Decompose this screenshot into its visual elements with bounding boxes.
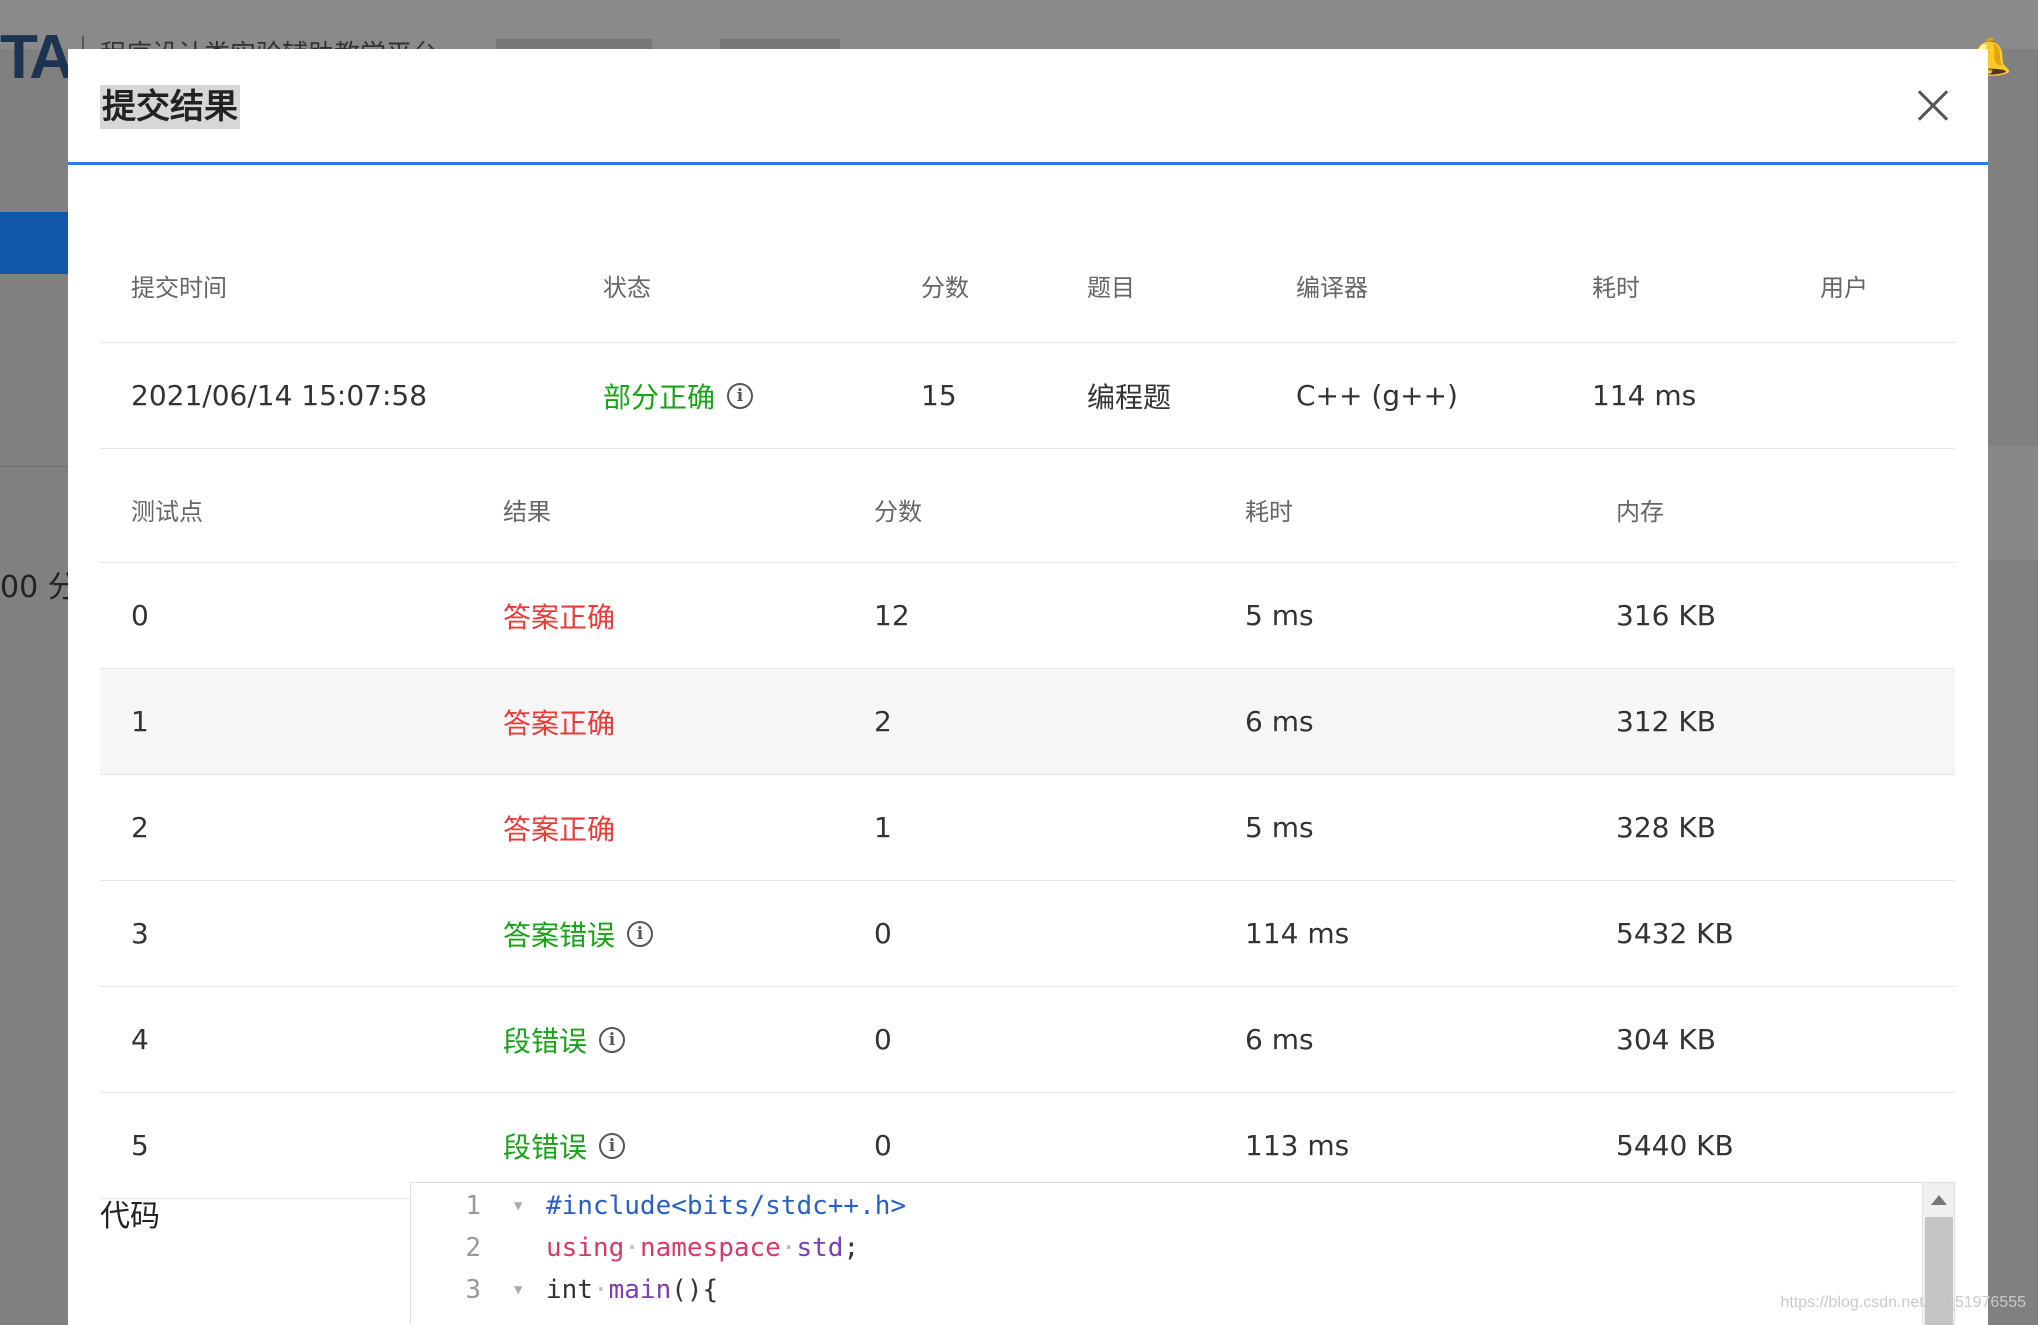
test-score: 1 (874, 811, 892, 844)
test-cases-table: 测试点 结果 分数 耗时 内存 0 答案正确 12 5 ms 316 KB 1 … (100, 457, 1955, 1199)
elapsed-time: 114 ms (1592, 379, 1697, 412)
test-time: 6 ms (1245, 1023, 1314, 1056)
test-result-text: 段错误 (503, 1024, 588, 1058)
code-keyword: namespace (639, 1233, 781, 1263)
table-row: 3 答案错误 i 0 114 ms 5432 KB (100, 881, 1955, 987)
background-panel (1988, 446, 2038, 560)
header-memory: 内存 (1616, 498, 1664, 526)
code-line: 1 ▼ #include<bits/stdc++.h> (411, 1185, 1954, 1227)
code-line: 3 ▼ int·main(){ (411, 1269, 1954, 1311)
test-id: 3 (131, 917, 149, 950)
test-result: 答案正确 (503, 706, 616, 740)
status-cell: 部分正确 i (603, 343, 754, 448)
code-text: using·namespace·std; (546, 1233, 860, 1263)
table-row: 0 答案正确 12 5 ms 316 KB (100, 563, 1955, 669)
background-active-nav (0, 212, 68, 274)
tests-header-row: 测试点 结果 分数 耗时 内存 (100, 457, 1955, 563)
test-result-text: 答案错误 (503, 918, 616, 952)
header-test-point: 测试点 (131, 498, 203, 526)
test-result: 答案正确 (503, 600, 616, 634)
table-row: 4 段错误 i 0 6 ms 304 KB (100, 987, 1955, 1093)
background-divider (0, 466, 68, 467)
summary-row: 2021/06/14 15:07:58 部分正确 i 15 编程题 C++ (g… (100, 343, 1955, 449)
info-icon[interactable]: i (599, 1132, 626, 1159)
code-line: 2 using·namespace·std; (411, 1227, 1954, 1269)
background-score: 00 分 (0, 570, 78, 605)
test-memory: 5432 KB (1616, 917, 1734, 950)
header-elapsed: 耗时 (1592, 274, 1640, 302)
problem-type: 编程题 (1087, 380, 1172, 414)
info-icon[interactable]: i (599, 1026, 626, 1053)
watermark: https://blog.csdn.net/qq_51976555 (1780, 1294, 2026, 1311)
code-type: int (546, 1275, 593, 1305)
code-label: 代码 (100, 1199, 160, 1234)
test-id: 5 (131, 1129, 149, 1162)
score: 15 (921, 379, 957, 412)
line-number: 2 (465, 1233, 481, 1263)
line-number: 3 (465, 1275, 481, 1305)
test-result-text: 段错误 (503, 1130, 588, 1164)
test-id: 4 (131, 1023, 149, 1056)
code-function: main (608, 1275, 672, 1305)
status-text: 部分正确 (603, 380, 716, 414)
modal-header: 提交结果 (68, 49, 1988, 165)
header-problem: 题目 (1087, 274, 1135, 302)
test-memory: 316 KB (1616, 599, 1716, 632)
table-row: 2 答案正确 1 5 ms 328 KB (100, 775, 1955, 881)
info-icon[interactable]: i (627, 920, 654, 947)
table-row: 1 答案正确 2 6 ms 312 KB (100, 669, 1955, 775)
test-score: 0 (874, 1023, 892, 1056)
code-text: #include<bits/stdc++.h> (546, 1191, 907, 1221)
test-score: 0 (874, 917, 892, 950)
test-result: 答案错误 i (503, 881, 654, 986)
code-keyword: using (546, 1233, 625, 1263)
test-time: 114 ms (1245, 917, 1350, 950)
fold-arrow-icon[interactable]: ▼ (514, 1198, 522, 1214)
code-punct: ; (843, 1233, 860, 1263)
modal-title: 提交结果 (100, 85, 240, 129)
submit-time: 2021/06/14 15:07:58 (131, 379, 428, 412)
header-compiler: 编译器 (1296, 274, 1368, 302)
fold-arrow-icon[interactable]: ▼ (514, 1282, 522, 1298)
test-memory: 304 KB (1616, 1023, 1716, 1056)
submission-summary-table: 提交时间 状态 分数 题目 编译器 耗时 用户 2021/06/14 15:07… (100, 229, 1955, 449)
test-time: 5 ms (1245, 599, 1314, 632)
code-punct: (){ (671, 1275, 719, 1305)
submission-result-modal: 提交结果 提交时间 状态 分数 题目 编译器 耗时 用户 2021/06/14 … (68, 49, 1988, 1325)
code-identifier: std (796, 1233, 844, 1263)
line-number: 1 (465, 1191, 481, 1221)
test-memory: 312 KB (1616, 705, 1716, 738)
header-submit-time: 提交时间 (131, 274, 227, 302)
test-result: 答案正确 (503, 812, 616, 846)
header-test-time: 耗时 (1245, 498, 1293, 526)
compiler: C++ (g++) (1296, 379, 1458, 412)
code-editor[interactable]: 1 ▼ #include<bits/stdc++.h> 2 using·name… (410, 1182, 1955, 1325)
header-user: 用户 (1820, 274, 1868, 302)
header-result: 结果 (503, 498, 551, 526)
test-score: 12 (874, 599, 910, 632)
test-id: 1 (131, 705, 149, 738)
test-id: 0 (131, 599, 149, 632)
test-time: 5 ms (1245, 811, 1314, 844)
info-icon[interactable]: i (727, 382, 754, 409)
test-score: 2 (874, 705, 892, 738)
close-icon[interactable] (1908, 81, 1958, 131)
header-test-score: 分数 (874, 498, 922, 526)
test-memory: 328 KB (1616, 811, 1716, 844)
header-status: 状态 (603, 274, 651, 302)
test-result: 段错误 i (503, 987, 626, 1092)
site-logo: TA (0, 23, 74, 92)
header-score: 分数 (921, 274, 969, 302)
scroll-up-arrow-icon[interactable] (1931, 1195, 1947, 1205)
test-time: 6 ms (1245, 705, 1314, 738)
summary-header-row: 提交时间 状态 分数 题目 编译器 耗时 用户 (100, 229, 1955, 343)
code-text: int·main(){ (546, 1275, 719, 1305)
test-id: 2 (131, 811, 149, 844)
